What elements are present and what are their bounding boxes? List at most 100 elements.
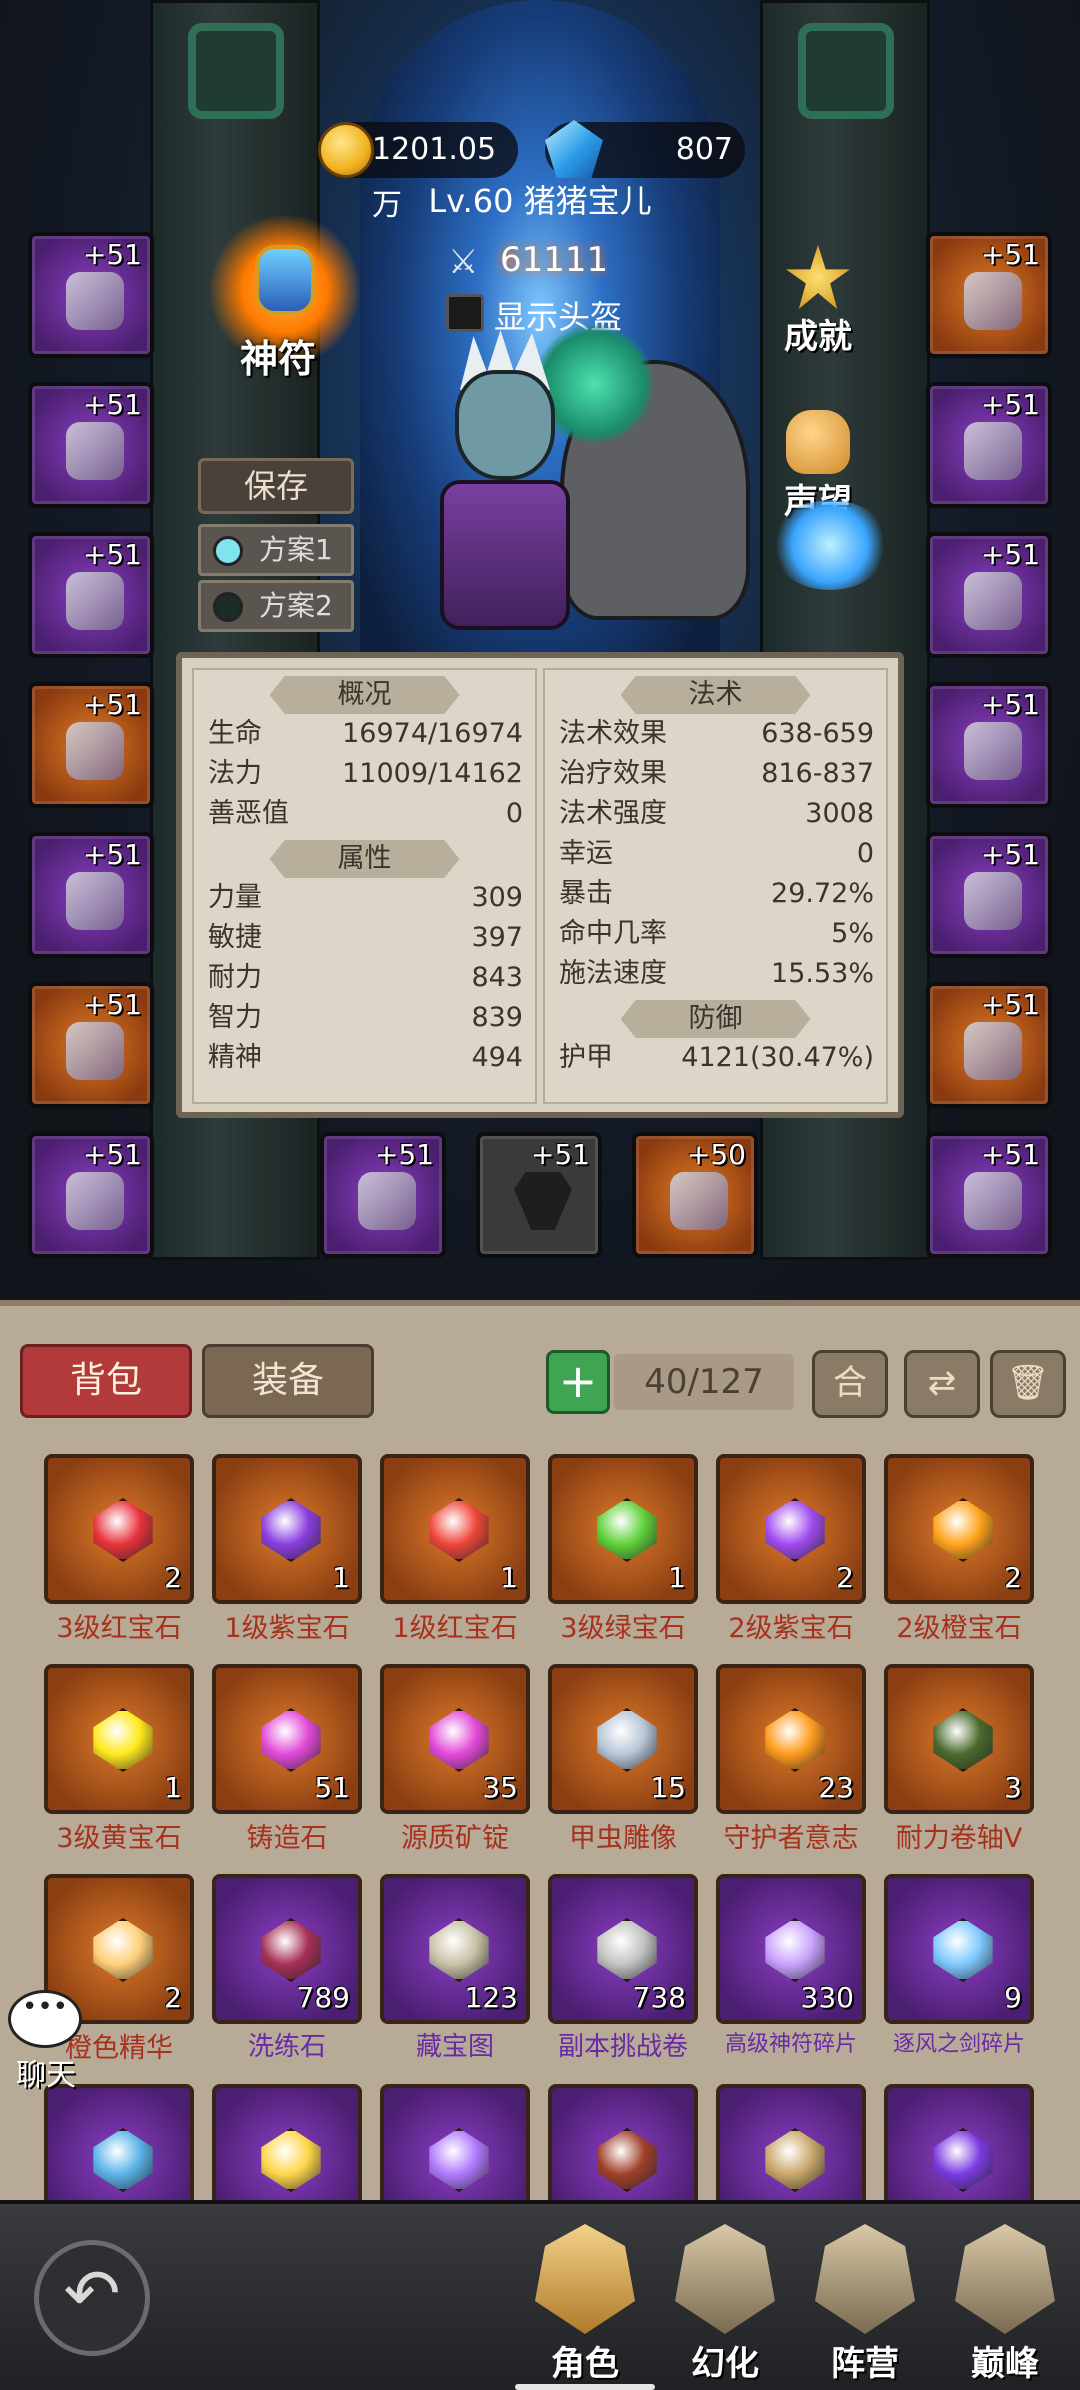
item-count: 3 [1004, 1771, 1022, 1804]
staff-icon [358, 1172, 416, 1230]
equip-slot-offhand[interactable]: +51 [476, 1132, 602, 1258]
item-icon [933, 1918, 993, 1982]
item-frame [716, 2084, 866, 2206]
equip-slot-left-4[interactable]: +51 [28, 682, 154, 808]
show-helmet-checkbox[interactable] [446, 294, 484, 332]
enhance-level: +51 [82, 838, 142, 871]
item-icon [597, 2128, 657, 2192]
reputation-button[interactable]: 声望 [768, 410, 868, 522]
plan-2-radio[interactable] [213, 592, 243, 622]
inventory-item[interactable] [548, 2084, 698, 2206]
tab-equipment[interactable]: 装备 [202, 1344, 374, 1418]
equipment-icon [66, 722, 124, 780]
equipment-icon [964, 272, 1022, 330]
equip-slot-main-weapon[interactable]: +51 [320, 1132, 446, 1258]
equip-slot-left-7[interactable]: +51 [28, 1132, 154, 1258]
item-frame: 123 [380, 1874, 530, 2024]
inventory-item[interactable]: 123 藏宝图 [380, 1874, 530, 2064]
inventory-item[interactable]: 3 耐力卷轴V [884, 1664, 1034, 1854]
stat-row: 护甲 4121(30.47%) [545, 1038, 886, 1078]
plan-1-radio[interactable] [213, 536, 243, 566]
inventory-item[interactable]: 789 洗练石 [212, 1874, 362, 2064]
nav-peak[interactable]: 巅峰 [940, 2224, 1070, 2384]
equip-slot-left-3[interactable]: +51 [28, 532, 154, 658]
inventory-item[interactable]: 15 甲虫雕像 [548, 1664, 698, 1854]
plan-1-option[interactable]: 方案1 [198, 524, 354, 576]
item-icon [429, 1708, 489, 1772]
inventory-item[interactable] [716, 2084, 866, 2206]
stat-label: 法力 [208, 758, 262, 789]
stat-label: 生命 [208, 718, 262, 749]
nav-peak-label: 巅峰 [971, 2344, 1039, 2384]
trash-button[interactable]: 🗑 [990, 1350, 1066, 1418]
stat-row: 法术效果 638-659 [545, 714, 886, 754]
inventory-item[interactable]: 2 3级红宝石 [44, 1454, 194, 1644]
hero-head [455, 370, 555, 480]
equip-slot-right-4[interactable]: +51 [926, 682, 1052, 808]
amulet-label[interactable]: 神符 [240, 328, 316, 383]
chat-button[interactable]: ••• 聊天 [4, 1990, 84, 2093]
equip-slot-left-2[interactable]: +51 [28, 382, 154, 508]
enhance-level: +51 [82, 988, 142, 1021]
stat-label: 善恶值 [208, 798, 289, 829]
nav-character[interactable]: 角色 [520, 2224, 650, 2384]
nav-camp[interactable]: 阵营 [800, 2224, 930, 2384]
save-button[interactable]: 保存 [198, 458, 354, 514]
inventory-item[interactable]: 2 2级紫宝石 [716, 1454, 866, 1644]
equip-slot-right-5[interactable]: +51 [926, 832, 1052, 958]
equip-slot-right-2[interactable]: +51 [926, 382, 1052, 508]
stat-row: 暴击 29.72% [545, 874, 886, 914]
equip-slot-right-3[interactable]: +51 [926, 532, 1052, 658]
expand-bag-button[interactable]: + [546, 1350, 610, 1414]
sort-button[interactable]: ⇄ [904, 1350, 980, 1418]
defense-header: 防御 [620, 1000, 811, 1038]
item-icon [597, 1708, 657, 1772]
equip-slot-right-1[interactable]: +51 [926, 232, 1052, 358]
crossed-swords-icon: ⚔ [448, 242, 479, 282]
equip-slot-left-1[interactable]: +51 [28, 232, 154, 358]
merge-button[interactable]: 合 [812, 1350, 888, 1418]
inventory-item[interactable]: 1 1级红宝石 [380, 1454, 530, 1644]
inventory-item[interactable]: 1 3级黄宝石 [44, 1664, 194, 1854]
equip-slot-left-5[interactable]: +51 [28, 832, 154, 958]
equip-slot-right-7[interactable]: +51 [926, 1132, 1052, 1258]
item-icon [429, 2128, 489, 2192]
inventory-item[interactable] [884, 2084, 1034, 2206]
inventory-item[interactable] [44, 2084, 194, 2206]
enhance-level: +51 [980, 988, 1040, 1021]
inventory-item[interactable]: 23 守护者意志 [716, 1664, 866, 1854]
inventory-item[interactable]: 9 逐风之剑碎片 [884, 1874, 1034, 2064]
nav-illusion[interactable]: 幻化 [660, 2224, 790, 2384]
inventory-item[interactable]: 330 高级神符碎片 [716, 1874, 866, 2064]
hero-body [440, 480, 570, 630]
stat-row: 施法速度 15.53% [545, 954, 886, 994]
equip-slot-ranged[interactable]: +50 [632, 1132, 758, 1258]
item-icon [261, 1498, 321, 1562]
inventory-item[interactable]: 35 源质矿锭 [380, 1664, 530, 1854]
stat-value: 843 [471, 962, 523, 993]
item-frame [212, 2084, 362, 2206]
inventory-item[interactable]: 51 铸造石 [212, 1664, 362, 1854]
camp-crest-icon [815, 2224, 915, 2334]
inventory-item[interactable]: 1 1级紫宝石 [212, 1454, 362, 1644]
item-icon [597, 1918, 657, 1982]
inventory-item[interactable]: 2 2级橙宝石 [884, 1454, 1034, 1644]
inventory-item[interactable] [212, 2084, 362, 2206]
back-button[interactable]: ↶ [34, 2240, 150, 2356]
winged-crest-icon [955, 2224, 1055, 2334]
stat-row: 力量 309 [194, 878, 535, 918]
item-count: 330 [800, 1981, 854, 2014]
inventory-item[interactable]: 738 副本挑战卷 [548, 1874, 698, 2064]
inventory-item[interactable] [380, 2084, 530, 2206]
stat-row: 治疗效果 816-837 [545, 754, 886, 794]
equip-slot-right-6[interactable]: +51 [926, 982, 1052, 1108]
inventory-item[interactable]: 1 3级绿宝石 [548, 1454, 698, 1644]
achievement-button[interactable]: 成就 [768, 245, 868, 357]
tab-backpack[interactable]: 背包 [20, 1344, 192, 1418]
equip-slot-left-6[interactable]: +51 [28, 982, 154, 1108]
enhance-level: +50 [686, 1138, 746, 1171]
item-count: 1 [332, 1561, 350, 1594]
plan-2-option[interactable]: 方案2 [198, 580, 354, 632]
item-frame: 2 [716, 1454, 866, 1604]
equipment-icon [964, 1172, 1022, 1230]
